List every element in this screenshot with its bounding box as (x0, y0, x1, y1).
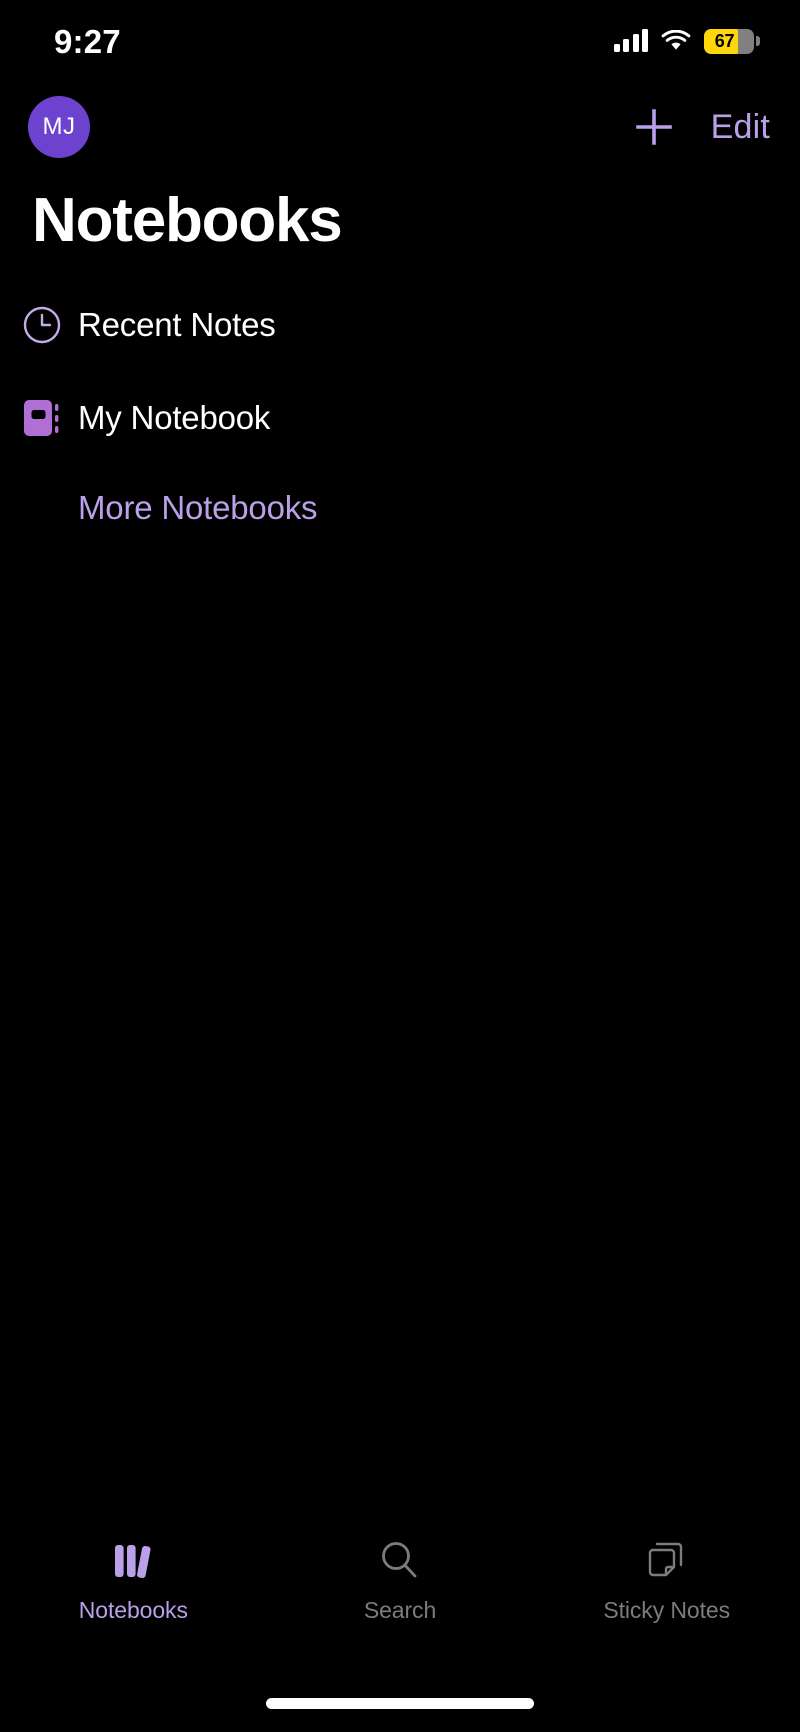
navigation-bar: MJ Edit (0, 96, 800, 158)
page-title: Notebooks (32, 186, 343, 255)
wifi-icon (661, 30, 691, 50)
battery-percent-label: 67 (714, 30, 735, 51)
edit-button[interactable]: Edit (711, 108, 770, 147)
list-item-label: Recent Notes (78, 306, 276, 343)
list-item-label: My Notebook (78, 399, 271, 436)
home-indicator (266, 1698, 534, 1709)
status-bar-time: 9:27 (54, 22, 121, 60)
notebooks-list: Recent Notes My Notebook More Notebooks (0, 295, 800, 535)
tab-sticky-notes[interactable]: Sticky Notes (533, 1530, 800, 1624)
tab-label: Search (363, 1597, 437, 1623)
status-bar: 9:27 67 (0, 0, 800, 78)
tab-label: Sticky Notes (603, 1597, 730, 1623)
more-notebooks-button[interactable]: More Notebooks (0, 481, 800, 535)
list-item-recent-notes[interactable]: Recent Notes (0, 295, 800, 355)
more-notebooks-label: More Notebooks (78, 489, 318, 526)
tab-bar: Notebooks Search Sticky Notes (0, 1530, 800, 1640)
status-bar-indicators: 67 (613, 28, 760, 54)
sticky-notes-icon (639, 1536, 695, 1586)
tab-label: Notebooks (78, 1597, 188, 1623)
add-notebook-button[interactable] (631, 104, 677, 150)
clock-icon (20, 303, 64, 347)
tab-search[interactable]: Search (267, 1530, 534, 1624)
search-icon (372, 1536, 428, 1586)
nav-actions: Edit (631, 104, 770, 150)
plus-icon (635, 109, 672, 145)
books-icon (105, 1536, 161, 1586)
tab-notebooks[interactable]: Notebooks (0, 1530, 267, 1624)
battery-icon: 67 (704, 28, 760, 54)
notebook-icon (20, 396, 64, 440)
cellular-bars-icon (613, 29, 648, 52)
battery-cap (756, 36, 760, 46)
avatar[interactable]: MJ (28, 96, 90, 158)
list-item-my-notebook[interactable]: My Notebook (0, 388, 800, 448)
